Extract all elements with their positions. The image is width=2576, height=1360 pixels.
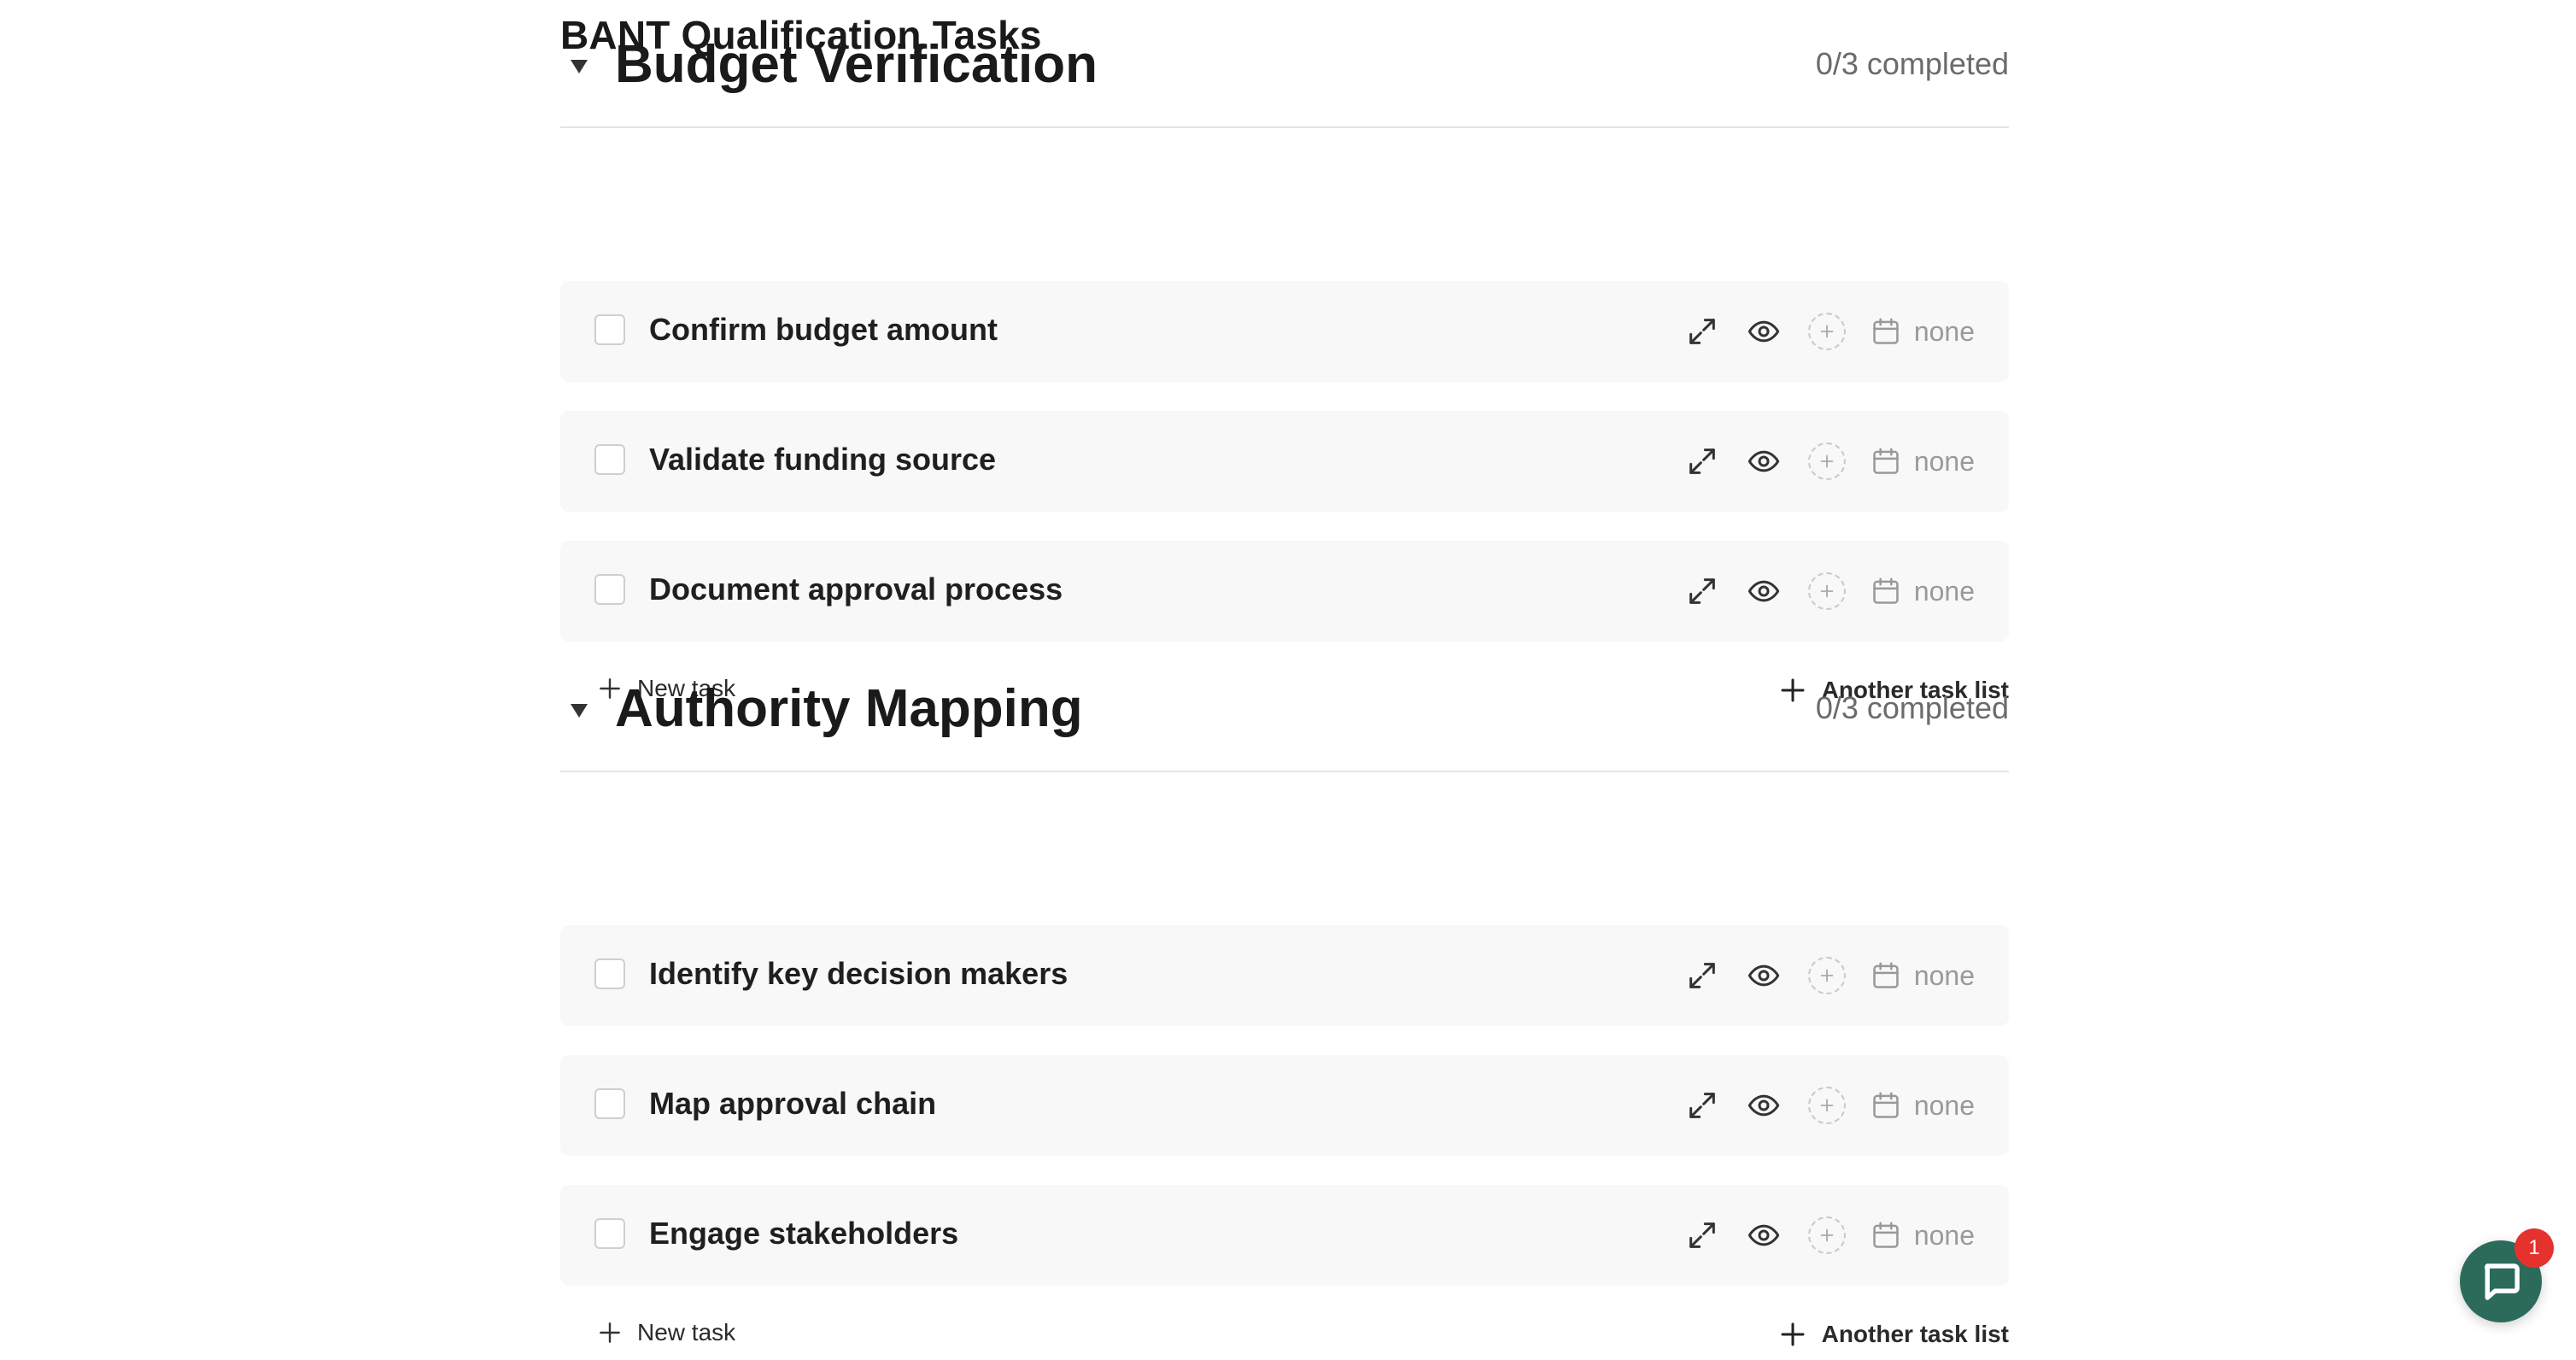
chat-icon xyxy=(2485,1263,2520,1300)
plus-circle-icon[interactable] xyxy=(1807,443,1846,480)
due-date-picker[interactable]: none xyxy=(1870,959,1975,992)
task-checkbox[interactable] xyxy=(594,574,625,605)
task-actions: none xyxy=(1661,925,1975,1026)
due-date-value: none xyxy=(1913,1089,1975,1121)
expand-icon[interactable] xyxy=(1682,311,1723,352)
task-list-authority-mapping: Authority Mapping 0/3 completed Identify… xyxy=(560,644,2009,1347)
task-row[interactable]: Confirm budget amount none xyxy=(560,281,2009,382)
task-checkbox[interactable] xyxy=(594,444,625,475)
expand-icon[interactable] xyxy=(1682,571,1723,612)
task-actions: none xyxy=(1661,411,1975,512)
plus-circle-icon[interactable] xyxy=(1807,313,1846,350)
section-divider xyxy=(560,126,2009,128)
section-divider xyxy=(560,771,2009,772)
due-date-value: none xyxy=(1913,575,1975,607)
completion-count: 0/3 completed xyxy=(1815,690,2009,725)
task-row[interactable]: Map approval chain none xyxy=(560,1055,2009,1156)
section-title[interactable]: Budget Verification xyxy=(615,34,1098,95)
notification-badge: 1 xyxy=(2515,1228,2554,1268)
eye-icon[interactable] xyxy=(1743,955,1784,996)
task-checkbox[interactable] xyxy=(594,1088,625,1119)
task-actions: none xyxy=(1661,1185,1975,1286)
calendar-icon xyxy=(1873,1222,1899,1248)
task-actions: none xyxy=(1661,1055,1975,1156)
task-checkbox[interactable] xyxy=(594,1218,625,1249)
eye-icon[interactable] xyxy=(1743,1085,1784,1126)
eye-icon[interactable] xyxy=(1743,571,1784,612)
expand-icon[interactable] xyxy=(1682,955,1723,996)
eye-icon[interactable] xyxy=(1743,1215,1784,1256)
another-task-list-button[interactable]: Another task list xyxy=(1777,1319,2009,1350)
due-date-picker[interactable]: none xyxy=(1870,575,1975,607)
new-task-label: New task xyxy=(637,1319,736,1345)
caret-down-icon[interactable] xyxy=(571,704,588,718)
plus-circle-icon[interactable] xyxy=(1807,957,1846,994)
calendar-icon xyxy=(1873,962,1899,988)
due-date-value: none xyxy=(1913,445,1975,477)
eye-icon[interactable] xyxy=(1743,441,1784,482)
calendar-icon xyxy=(1873,577,1899,604)
another-task-list-label: Another task list xyxy=(1821,1321,2009,1347)
task-list-budget-verification: Budget Verification 0/3 completed Confir… xyxy=(560,0,2009,703)
task-title[interactable]: Engage stakeholders xyxy=(649,1216,958,1252)
task-row[interactable]: Validate funding source none xyxy=(560,411,2009,512)
section-title[interactable]: Authority Mapping xyxy=(615,678,1083,739)
due-date-picker[interactable]: none xyxy=(1870,1089,1975,1122)
task-list-footer: New task Another task list xyxy=(560,1309,2009,1360)
caret-down-icon[interactable] xyxy=(571,60,588,73)
plus-circle-icon[interactable] xyxy=(1807,572,1846,610)
plus-circle-icon[interactable] xyxy=(1807,1216,1846,1254)
due-date-picker[interactable]: none xyxy=(1870,1219,1975,1252)
expand-icon[interactable] xyxy=(1682,441,1723,482)
task-title[interactable]: Validate funding source xyxy=(649,442,996,478)
plus-icon xyxy=(1781,1322,1805,1346)
expand-icon[interactable] xyxy=(1682,1085,1723,1126)
due-date-picker[interactable]: none xyxy=(1870,445,1975,478)
due-date-value: none xyxy=(1913,1219,1975,1251)
task-title[interactable]: Map approval chain xyxy=(649,1086,936,1122)
calendar-icon xyxy=(1873,1092,1899,1118)
due-date-value: none xyxy=(1913,315,1975,347)
task-actions: none xyxy=(1661,281,1975,382)
calendar-icon xyxy=(1873,318,1899,344)
task-title[interactable]: Identify key decision makers xyxy=(649,956,1068,992)
task-actions: none xyxy=(1661,541,1975,642)
section-header: Budget Verification 0/3 completed xyxy=(560,0,2009,128)
plus-icon xyxy=(600,1322,620,1343)
task-row[interactable]: Engage stakeholders none xyxy=(560,1185,2009,1286)
task-row[interactable]: Document approval process none xyxy=(560,541,2009,642)
due-date-value: none xyxy=(1913,959,1975,991)
plus-circle-icon[interactable] xyxy=(1807,1087,1846,1124)
calendar-icon xyxy=(1873,448,1899,474)
task-title[interactable]: Confirm budget amount xyxy=(649,312,998,348)
section-header: Authority Mapping 0/3 completed xyxy=(560,644,2009,772)
task-checkbox[interactable] xyxy=(594,958,625,989)
due-date-picker[interactable]: none xyxy=(1870,315,1975,348)
expand-icon[interactable] xyxy=(1682,1215,1723,1256)
task-checkbox[interactable] xyxy=(594,314,625,345)
task-title[interactable]: Document approval process xyxy=(649,572,1063,607)
new-task-button[interactable]: New task xyxy=(596,1319,735,1346)
task-row[interactable]: Identify key decision makers none xyxy=(560,925,2009,1026)
eye-icon[interactable] xyxy=(1743,311,1784,352)
completion-count: 0/3 completed xyxy=(1815,46,2009,81)
